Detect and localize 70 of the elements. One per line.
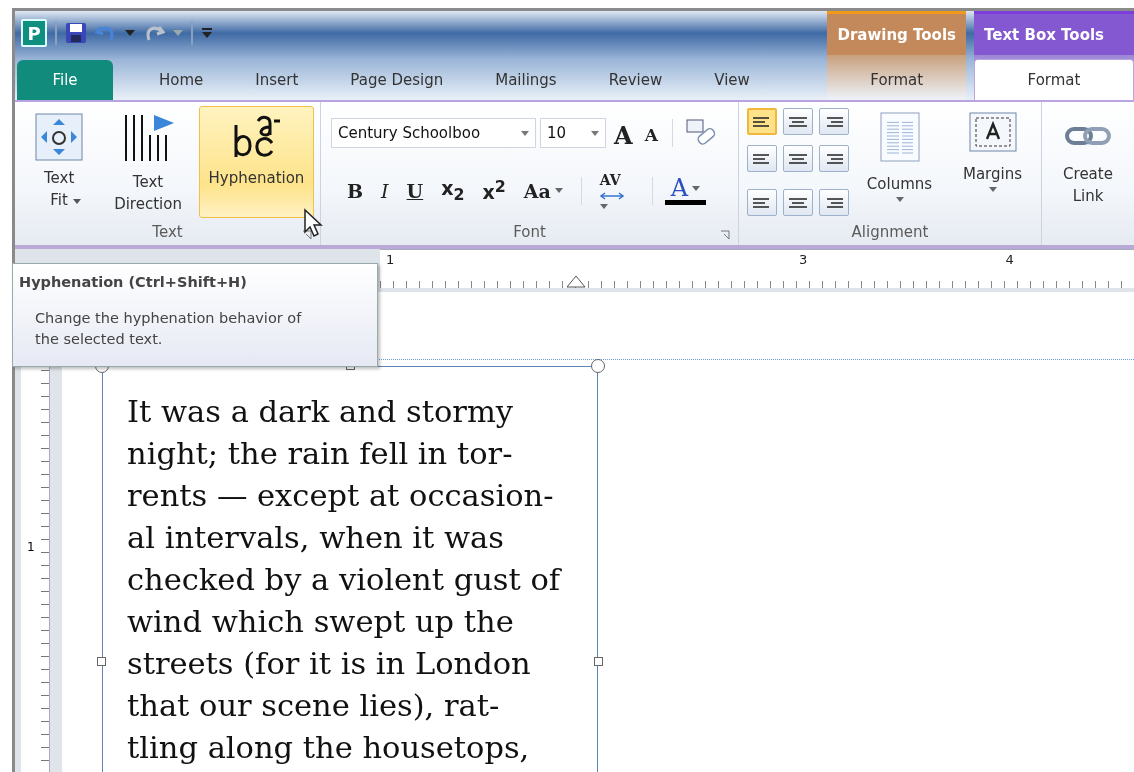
script-button[interactable]: x$_{2}$: [435, 177, 471, 204]
align-button[interactable]: [819, 189, 849, 216]
ruler-number: 1: [27, 540, 35, 554]
align-lines-icon: [787, 195, 809, 210]
ruler-number: 1: [386, 252, 395, 267]
caret-icon: [521, 130, 529, 136]
color-button[interactable]: A: [664, 176, 707, 205]
ribbon-tab[interactable]: View: [690, 60, 774, 100]
group-label: Text: [152, 223, 183, 241]
group-label: Font: [513, 223, 546, 241]
bold-button[interactable]: B: [341, 179, 370, 202]
double-arrow-icon: [599, 192, 624, 200]
save-icon[interactable]: [65, 22, 87, 44]
ribbon-tab[interactable]: Mailings: [471, 60, 581, 100]
ruler-number: 3: [799, 252, 808, 267]
ribbon-tab[interactable]: Page Design: [326, 60, 468, 100]
tooltip-description: Change the hyphenation behavior of the selected text.: [35, 309, 303, 349]
shrink-font-button[interactable]: A: [640, 121, 662, 145]
margins-button[interactable]: Margins: [950, 106, 1035, 219]
grow-font-button[interactable]: A: [610, 116, 637, 150]
align-button[interactable]: [819, 108, 849, 135]
case-button[interactable]: Aa: [517, 179, 569, 202]
resize-handle[interactable]: [591, 359, 605, 373]
create-link-button[interactable]: Create Link: [1048, 106, 1128, 245]
align-lines-icon: [787, 114, 809, 129]
margins-icon: [967, 111, 1018, 153]
ribbon-tab[interactable]: Home: [135, 60, 228, 100]
caret-icon: [591, 130, 599, 136]
font-name-dropdown[interactable]: Century Schoolboo: [331, 118, 536, 148]
ribbon-tab[interactable]: Format: [974, 59, 1134, 100]
caret-icon[interactable]: [125, 30, 135, 36]
caret-icon: [173, 30, 183, 36]
resize-handle[interactable]: [97, 657, 106, 666]
ruler-number: 4: [1005, 252, 1014, 267]
font-size-dropdown[interactable]: 10: [540, 118, 606, 148]
body-text: It was a dark and stormy night; the rain fell in tor- rents — except at occasion- al intervals, when it was checked by a violent gust of wind which swept up the streets (for it is in London that our scene lies), rat- tling along the housetops,: [127, 393, 561, 767]
app-logo[interactable]: P: [21, 19, 47, 47]
group-label: Alignment: [851, 223, 929, 241]
resize-handle[interactable]: [594, 657, 603, 666]
text-fit-button[interactable]: Text Fit: [21, 106, 98, 219]
tooltip-title: Hyphenation (Ctrl+Shift+H): [19, 274, 248, 290]
script-button[interactable]: x$^{2}$: [476, 177, 512, 204]
file-tab[interactable]: File: [17, 60, 113, 100]
align-button[interactable]: [783, 108, 813, 135]
text-fit-icon: [35, 113, 84, 161]
contextual-tab-header: Text Box Tools: [974, 11, 1134, 55]
mouse-pointer-icon: [303, 208, 325, 238]
text-direction-button[interactable]: Text Direction: [101, 106, 195, 219]
chain-link-icon: [1065, 125, 1111, 147]
align-button[interactable]: [747, 108, 777, 135]
ribbon-tab[interactable]: Review: [584, 60, 687, 100]
align-button[interactable]: [747, 189, 777, 216]
ribbon-tab[interactable]: Insert: [231, 60, 323, 100]
italic-button[interactable]: I: [375, 179, 395, 202]
hyphenation-button[interactable]: Hyphenation: [198, 106, 314, 218]
align-button[interactable]: [819, 145, 849, 172]
align-button[interactable]: [783, 189, 813, 216]
align-lines-icon: [787, 151, 809, 166]
underline-button[interactable]: U: [400, 179, 430, 202]
align-button[interactable]: [783, 145, 813, 172]
columns-icon: [878, 111, 921, 163]
columns-button[interactable]: Columns: [857, 106, 942, 219]
caret-icon: [988, 187, 997, 192]
align-button[interactable]: [747, 145, 777, 172]
spacing-button[interactable]: AV: [593, 172, 640, 209]
caret-icon: [895, 197, 904, 202]
dialog-launcher-icon[interactable]: [302, 230, 312, 240]
customize-icon[interactable]: [201, 27, 213, 39]
contextual-tab-header: Drawing Tools: [827, 11, 966, 55]
indent-marker-icon[interactable]: [566, 274, 586, 288]
